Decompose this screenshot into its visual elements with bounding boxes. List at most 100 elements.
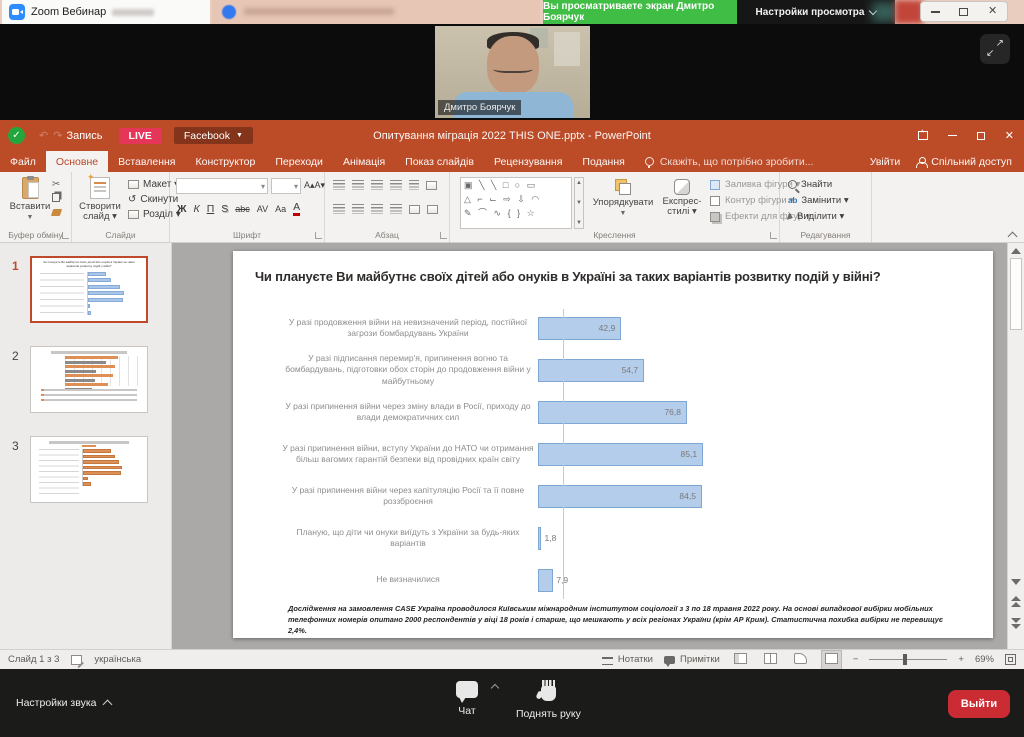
replace-button[interactable]: abЗамінити ▾ bbox=[788, 195, 849, 206]
paste-button[interactable]: Вставити ▼ bbox=[8, 177, 52, 221]
slide-1-thumbnail[interactable]: Чи плануєте Ви майбутнє своїх дітей або … bbox=[30, 256, 148, 323]
smartart-convert-button[interactable] bbox=[427, 205, 438, 214]
font-color-button[interactable]: А bbox=[293, 202, 300, 216]
chat-button[interactable]: Чат bbox=[456, 681, 478, 720]
close-button[interactable]: ✕ bbox=[983, 2, 1003, 21]
tab-review[interactable]: Рецензування bbox=[484, 151, 572, 172]
shapes-gallery-scrollbar[interactable]: ▲▼▼ bbox=[574, 177, 584, 229]
strikethrough-button[interactable]: abc bbox=[235, 204, 250, 214]
reading-view-button[interactable] bbox=[791, 651, 810, 669]
align-left-button[interactable] bbox=[333, 204, 345, 214]
collapse-ribbon-button[interactable] bbox=[1008, 230, 1016, 238]
slide-sorter-view-button[interactable] bbox=[761, 651, 780, 669]
font-size-combobox[interactable]: ▾ bbox=[271, 178, 301, 194]
bold-button[interactable]: Ж bbox=[177, 203, 187, 215]
shapes-gallery[interactable]: ▣ ╲ ╲ □ ○ ▭△ ⌐ ⌙ ⇨ ⇩ ◠✎ ⌒ ∿ { } ☆ bbox=[460, 177, 572, 229]
next-slide-button[interactable] bbox=[1011, 617, 1021, 629]
minimize-button[interactable] bbox=[925, 2, 945, 21]
quick-access-toolbar[interactable]: ↶↷ bbox=[39, 129, 62, 142]
language-indicator[interactable]: українська bbox=[94, 654, 141, 665]
record-label[interactable]: Запись bbox=[66, 130, 102, 142]
align-center-button[interactable] bbox=[352, 204, 364, 214]
dialog-launcher-icon[interactable] bbox=[440, 232, 447, 239]
leave-button[interactable]: Выйти bbox=[948, 690, 1010, 718]
quick-styles-button[interactable]: Експрес-стилі ▾ bbox=[658, 179, 706, 218]
live-badge[interactable]: LIVE bbox=[119, 128, 162, 144]
tab-transitions[interactable]: Переходи bbox=[265, 151, 333, 172]
tab-view[interactable]: Подання bbox=[572, 151, 634, 172]
chevron-down-icon: ▼ bbox=[620, 210, 627, 217]
tab-animations[interactable]: Анімація bbox=[333, 151, 395, 172]
ribbon-display-options-button[interactable] bbox=[918, 131, 928, 140]
chart-row: Планую, що діти чи онуки виїдуть з Украї… bbox=[253, 517, 965, 559]
text-direction-button[interactable] bbox=[426, 181, 437, 190]
decrease-indent-button[interactable] bbox=[371, 180, 383, 190]
slide-title[interactable]: Чи плануєте Ви майбутнє своїх дітей або … bbox=[255, 269, 965, 284]
slideshow-view-button[interactable] bbox=[821, 650, 842, 670]
vertical-scrollbar[interactable] bbox=[1007, 243, 1024, 649]
columns-button[interactable] bbox=[409, 205, 420, 214]
line-spacing-button[interactable] bbox=[409, 180, 419, 190]
select-button[interactable]: Виділити ▾ bbox=[788, 211, 849, 222]
ppt-status-bar: Слайд 1 з 3 українська Нотатки Примітки … bbox=[0, 649, 1024, 669]
justify-button[interactable] bbox=[390, 204, 402, 214]
close-button[interactable]: ✕ bbox=[1005, 129, 1014, 142]
minimize-button[interactable] bbox=[948, 135, 957, 137]
grow-shrink-font[interactable]: А▴А▾ bbox=[304, 180, 325, 191]
spellcheck-icon[interactable] bbox=[71, 655, 82, 665]
tab-home[interactable]: Основне bbox=[46, 151, 108, 172]
font-name-combobox[interactable]: ▾ bbox=[176, 178, 268, 194]
dialog-launcher-icon[interactable] bbox=[770, 232, 777, 239]
new-slide-button[interactable]: Створити слайд ▾ bbox=[74, 177, 126, 222]
tell-me-box[interactable]: Скажіть, що потрібно зробити... bbox=[635, 151, 824, 172]
copy-button[interactable] bbox=[52, 193, 61, 205]
restore-button[interactable] bbox=[977, 132, 985, 140]
scroll-down-icon[interactable] bbox=[1011, 579, 1021, 585]
audio-settings-button[interactable]: Настройки звука bbox=[16, 697, 111, 709]
arrange-button[interactable]: Упорядкувати ▼ bbox=[590, 179, 656, 217]
share-button[interactable]: Спільний доступ bbox=[916, 156, 1012, 168]
zoom-in-button[interactable]: + bbox=[958, 654, 964, 665]
dialog-launcher-icon[interactable] bbox=[315, 232, 322, 239]
bullets-button[interactable] bbox=[333, 180, 345, 190]
normal-view-button[interactable] bbox=[731, 651, 750, 669]
dialog-launcher-icon[interactable] bbox=[62, 232, 69, 239]
underline-button[interactable]: П bbox=[207, 203, 215, 215]
slide-3-thumbnail[interactable] bbox=[30, 436, 148, 503]
tab-file[interactable]: Файл bbox=[0, 151, 46, 172]
sign-in-button[interactable]: Увійти bbox=[870, 156, 901, 168]
align-right-button[interactable] bbox=[371, 204, 383, 214]
change-case-button[interactable]: Aa bbox=[275, 204, 286, 214]
numbering-button[interactable] bbox=[352, 180, 364, 190]
slide-footnote[interactable]: Дослідження на замовлення CASE Україна п… bbox=[288, 603, 951, 636]
increase-indent-button[interactable] bbox=[390, 180, 402, 190]
zoom-percentage[interactable]: 69% bbox=[975, 654, 994, 665]
facebook-stream-button[interactable]: Facebook ▼ bbox=[174, 127, 253, 144]
comments-toggle[interactable]: Примітки bbox=[664, 654, 720, 665]
cut-button[interactable]: ✂ bbox=[52, 179, 61, 190]
text-shadow-button[interactable]: S bbox=[221, 203, 228, 215]
zoom-out-button[interactable]: − bbox=[853, 654, 859, 665]
previous-slide-button[interactable] bbox=[1011, 595, 1021, 607]
tab-insert[interactable]: Вставлення bbox=[108, 151, 185, 172]
scrollbar-thumb[interactable] bbox=[1010, 258, 1022, 330]
scroll-up-icon[interactable] bbox=[1011, 248, 1021, 254]
slide-canvas-area: Чи плануєте Ви майбутнє своїх дітей або … bbox=[172, 243, 1007, 649]
paste-icon bbox=[22, 177, 39, 199]
blurred-browser-tab[interactable] bbox=[212, 0, 540, 24]
maximize-button[interactable] bbox=[954, 2, 974, 21]
raise-hand-button[interactable]: Поднять руку bbox=[516, 681, 581, 720]
zoom-slider-thumb[interactable] bbox=[903, 654, 907, 665]
slide-chart[interactable]: У разі продовження війни на невизначений… bbox=[253, 307, 965, 601]
fit-slide-button[interactable] bbox=[1005, 654, 1016, 665]
format-painter-button[interactable] bbox=[52, 208, 61, 219]
notes-toggle[interactable]: Нотатки bbox=[602, 654, 653, 665]
tab-slideshow[interactable]: Показ слайдів bbox=[395, 151, 484, 172]
zoom-slider[interactable] bbox=[869, 659, 947, 661]
character-spacing-button[interactable]: AV bbox=[257, 204, 268, 214]
fullscreen-expand-button[interactable]: ↗ ↙ bbox=[980, 34, 1010, 64]
slide-2-thumbnail[interactable] bbox=[30, 346, 148, 413]
tab-design[interactable]: Конструктор bbox=[185, 151, 265, 172]
find-button[interactable]: Знайти bbox=[788, 179, 849, 190]
italic-button[interactable]: К bbox=[194, 203, 200, 215]
